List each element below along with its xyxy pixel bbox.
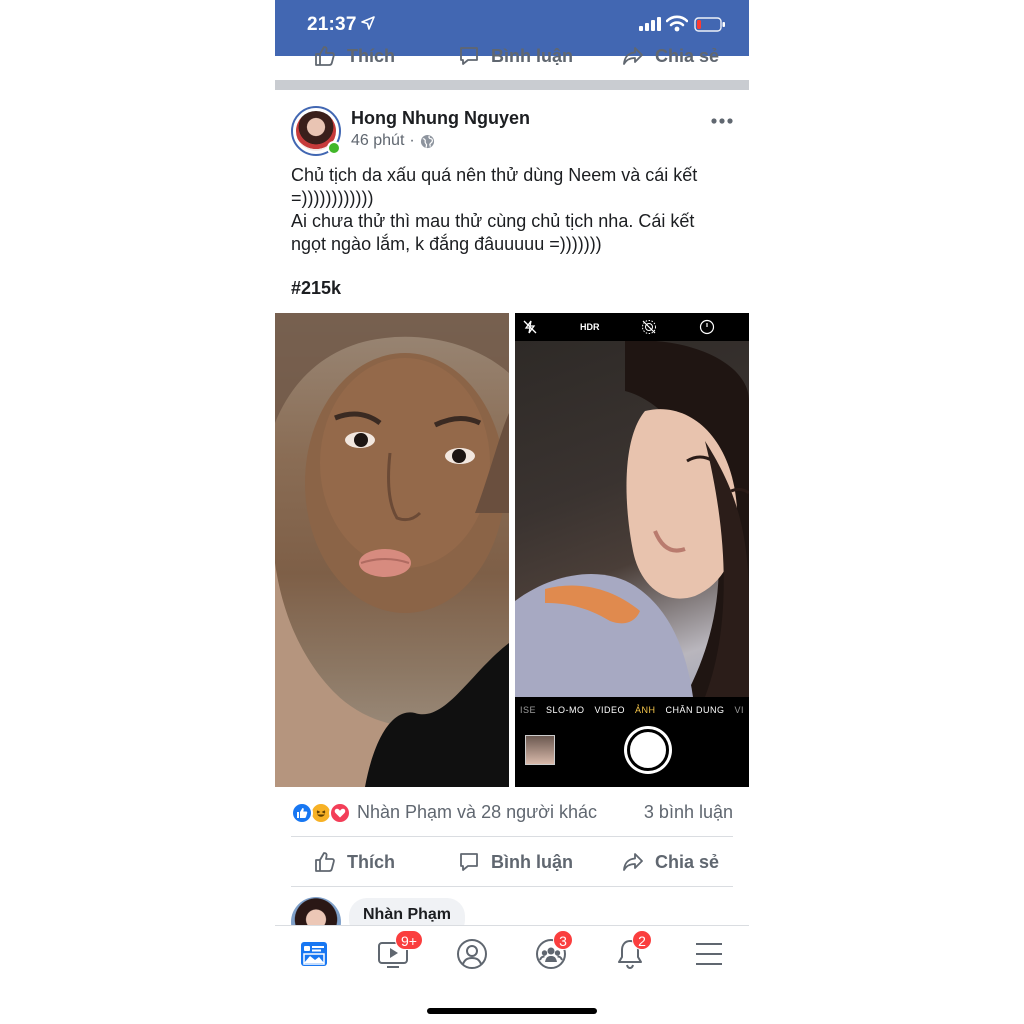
post-hashtag[interactable]: #215k xyxy=(291,278,341,299)
share-label: Chia sẻ xyxy=(655,851,720,872)
divider xyxy=(291,836,733,837)
post-text-line: Chủ tịch da xấu quá nên thử dùng Neem và… xyxy=(291,165,698,185)
like-label: Thích xyxy=(347,851,395,872)
previous-like-label: Thích xyxy=(347,45,395,66)
author-name[interactable]: Hong Nhung Nguyen xyxy=(351,108,530,129)
tab-news-feed[interactable] xyxy=(294,934,334,974)
live-photo-off-icon xyxy=(642,320,656,334)
camera-shutter-button xyxy=(627,729,669,771)
globe-icon xyxy=(420,134,434,148)
battery-low-icon xyxy=(694,17,725,32)
timer-icon xyxy=(699,319,715,335)
profile-icon xyxy=(457,939,487,969)
like-button[interactable]: Thích xyxy=(313,850,395,874)
comment-label: Bình luận xyxy=(491,851,573,872)
previous-like-button[interactable]: Thích xyxy=(313,44,395,68)
camera-last-photo-thumbnail xyxy=(525,735,555,765)
watch-badge: 9+ xyxy=(395,930,423,950)
more-options-icon[interactable] xyxy=(711,118,733,124)
tab-watch[interactable]: 9+ xyxy=(373,930,423,974)
post-photo-left[interactable] xyxy=(275,313,509,787)
groups-badge: 3 xyxy=(553,930,573,950)
thumbs-up-icon xyxy=(315,46,335,66)
post-text-line: =)))))))))))) xyxy=(291,188,374,208)
share-button[interactable]: Chia sẻ xyxy=(621,850,719,874)
girl-portrait-illustration xyxy=(515,341,749,697)
post-actions: Thích Bình luận Chia sẻ xyxy=(275,846,749,880)
location-arrow-icon xyxy=(361,16,375,30)
comment-icon xyxy=(460,47,478,65)
wifi-icon xyxy=(666,15,688,32)
comment-button[interactable]: Bình luận xyxy=(457,850,573,874)
camera-mode[interactable]: ISE xyxy=(520,705,536,721)
previous-share-button[interactable]: Chia sẻ xyxy=(621,44,719,68)
thumbs-up-icon xyxy=(315,852,335,872)
camera-top-bar: HDR xyxy=(515,313,749,341)
divider xyxy=(291,886,733,887)
camera-mode[interactable]: VIDEO xyxy=(594,705,625,721)
like-icon xyxy=(291,802,313,824)
camera-mode-selector: ISE SLO-MO VIDEO ẢNH CHÂN DUNG VI xyxy=(515,705,749,721)
notifications-badge: 2 xyxy=(632,930,652,950)
news-feed-icon xyxy=(301,942,327,966)
status-time: 21:37 xyxy=(307,14,357,35)
tab-profile[interactable] xyxy=(452,934,492,974)
previous-comment-label: Bình luận xyxy=(491,45,573,66)
reaction-icons xyxy=(291,802,351,824)
tab-notifications[interactable]: 2 xyxy=(610,930,652,974)
previous-share-label: Chia sẻ xyxy=(655,45,720,66)
previous-post-actions: Thích Bình luận Chia sẻ xyxy=(275,40,749,80)
comment-icon xyxy=(460,853,478,871)
home-indicator[interactable] xyxy=(427,1008,597,1014)
post-text-line: ngọt ngào lắm, k đắng đâuuuuu =))))))) xyxy=(291,234,602,254)
masked-face-illustration xyxy=(275,313,509,787)
camera-mode-active[interactable]: ẢNH xyxy=(635,705,656,721)
camera-mode[interactable]: SLO-MO xyxy=(546,705,585,721)
camera-viewfinder xyxy=(515,341,749,697)
post-photo-right[interactable]: HDR ISE SLO-MO VIDEO ẢNH CHÂN DUNG VI xyxy=(515,313,749,787)
hdr-label: HDR xyxy=(580,322,600,332)
share-icon xyxy=(623,47,643,65)
commenter-name[interactable]: Nhàn Phạm xyxy=(363,906,451,923)
phone-screen: 21:37 Thích Bình luận Chia sẻ Hong Nhung… xyxy=(275,0,749,1024)
post-meta: 46 phút · xyxy=(351,132,435,150)
reactions-text[interactable]: Nhàn Phạm và 28 người khác xyxy=(357,802,597,823)
camera-mode[interactable]: VI xyxy=(734,705,744,721)
cellular-signal-icon xyxy=(639,17,661,31)
comment-count[interactable]: 3 bình luận xyxy=(644,802,733,823)
reactions-summary[interactable]: Nhàn Phạm và 28 người khác 3 bình luận xyxy=(291,800,733,828)
feed-separator xyxy=(275,80,749,90)
flash-off-icon xyxy=(523,320,537,334)
post-text: Chủ tịch da xấu quá nên thử dùng Neem và… xyxy=(291,164,731,256)
online-status-dot xyxy=(327,141,341,155)
tab-menu[interactable] xyxy=(689,934,729,974)
meta-separator: · xyxy=(409,132,415,149)
share-icon xyxy=(623,853,643,871)
post-text-line: Ai chưa thử thì mau thử cùng chủ tịch nh… xyxy=(291,211,695,231)
hamburger-icon xyxy=(696,943,722,965)
bottom-tab-bar: 9+ 3 2 xyxy=(275,925,749,985)
tab-groups[interactable]: 3 xyxy=(531,930,573,974)
love-icon xyxy=(329,802,351,824)
camera-mode[interactable]: CHÂN DUNG xyxy=(665,705,724,721)
post-time[interactable]: 46 phút xyxy=(351,132,404,150)
previous-comment-button[interactable]: Bình luận xyxy=(457,44,573,68)
